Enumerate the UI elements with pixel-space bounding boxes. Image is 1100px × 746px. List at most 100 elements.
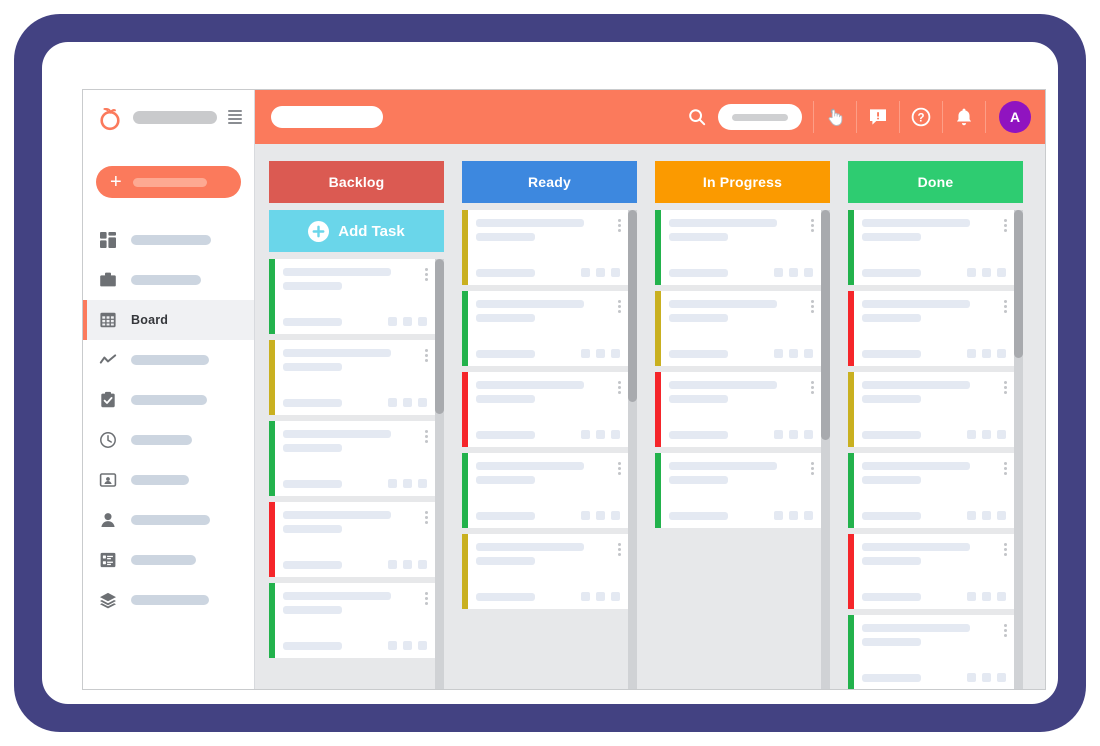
card-title-placeholder [476, 462, 584, 470]
board-column: Done [848, 161, 1023, 689]
card-badge [581, 268, 590, 277]
sidebar-item-layers[interactable] [83, 580, 254, 620]
card-title-placeholder [283, 349, 391, 357]
scrollbar-thumb[interactable] [821, 210, 830, 440]
tablet-bezel: + Board ? A Backlog Add Task Ready In Pr… [42, 42, 1058, 704]
task-card[interactable] [655, 210, 821, 285]
task-card[interactable] [848, 534, 1014, 609]
task-card[interactable] [848, 291, 1014, 366]
card-menu-icon[interactable] [1004, 624, 1007, 637]
card-meta-placeholder [283, 398, 342, 407]
column-scrollbar[interactable] [1014, 210, 1023, 689]
avatar[interactable]: A [999, 101, 1031, 133]
sidebar-item-dashboard[interactable] [83, 220, 254, 260]
card-footer [476, 349, 620, 358]
task-card[interactable] [269, 583, 435, 658]
card-menu-icon[interactable] [618, 381, 621, 394]
card-badge [967, 430, 976, 439]
column-header[interactable]: In Progress [655, 161, 830, 203]
scrollbar-thumb[interactable] [435, 259, 444, 414]
card-menu-icon[interactable] [618, 300, 621, 313]
card-menu-icon[interactable] [425, 592, 428, 605]
column-scrollbar[interactable] [435, 259, 444, 689]
column-scrollbar[interactable] [821, 210, 830, 689]
message-alert-icon[interactable] [868, 107, 888, 127]
card-title-placeholder [862, 219, 970, 227]
task-card[interactable] [269, 340, 435, 415]
task-card[interactable] [269, 502, 435, 577]
card-body [468, 372, 628, 447]
sidebar-item-timetracking[interactable] [83, 420, 254, 460]
task-card[interactable] [848, 453, 1014, 528]
column-header[interactable]: Done [848, 161, 1023, 203]
scrollbar-thumb[interactable] [1014, 210, 1023, 359]
card-badge [596, 430, 605, 439]
task-card[interactable] [848, 615, 1014, 689]
bell-notification-icon[interactable] [954, 107, 974, 127]
task-card[interactable] [462, 291, 628, 366]
sidebar-item-reports[interactable] [83, 540, 254, 580]
card-badge [789, 511, 798, 520]
card-menu-icon[interactable] [811, 462, 814, 475]
card-title-placeholder [862, 300, 970, 308]
card-menu-icon[interactable] [618, 462, 621, 475]
card-menu-icon[interactable] [1004, 381, 1007, 394]
help-question-icon[interactable]: ? [911, 107, 931, 127]
card-meta-placeholder [476, 511, 535, 520]
hand-pointer-icon[interactable] [825, 107, 845, 127]
task-card[interactable] [462, 372, 628, 447]
sidebar-item-analytics[interactable] [83, 340, 254, 380]
card-menu-icon[interactable] [1004, 219, 1007, 232]
sidebar-item-board[interactable]: Board [83, 300, 254, 340]
column-header[interactable]: Backlog [269, 161, 444, 203]
search-icon[interactable] [688, 108, 706, 126]
search-input[interactable] [718, 104, 802, 130]
task-card[interactable] [462, 453, 628, 528]
card-menu-icon[interactable] [618, 543, 621, 556]
scrollbar-thumb[interactable] [628, 210, 637, 402]
card-badge [418, 641, 427, 650]
card-menu-icon[interactable] [811, 219, 814, 232]
column-scrollbar[interactable] [628, 210, 637, 689]
sidebar-item-label [131, 595, 209, 605]
add-task-button[interactable]: Add Task [269, 210, 444, 252]
task-card[interactable] [655, 453, 821, 528]
column-header[interactable]: Ready [462, 161, 637, 203]
card-subtitle-placeholder [283, 606, 342, 614]
task-card[interactable] [269, 259, 435, 334]
card-menu-icon[interactable] [1004, 300, 1007, 313]
card-menu-icon[interactable] [425, 268, 428, 281]
task-card[interactable] [269, 421, 435, 496]
card-body [468, 210, 628, 285]
card-menu-icon[interactable] [811, 381, 814, 394]
new-item-button[interactable]: + [96, 166, 241, 198]
card-menu-icon[interactable] [425, 349, 428, 362]
hamburger-menu-icon[interactable] [228, 110, 242, 124]
task-card[interactable] [848, 372, 1014, 447]
card-menu-icon[interactable] [425, 511, 428, 524]
card-badge [967, 511, 976, 520]
task-card[interactable] [655, 291, 821, 366]
card-title-placeholder [476, 300, 584, 308]
task-card[interactable] [655, 372, 821, 447]
kanban-board: Backlog Add Task Ready In Progress Done [255, 144, 1045, 689]
sidebar-item-contacts[interactable] [83, 460, 254, 500]
card-menu-icon[interactable] [1004, 462, 1007, 475]
card-menu-icon[interactable] [618, 219, 621, 232]
column-scroll-area [269, 259, 444, 689]
card-badge [789, 430, 798, 439]
sidebar-item-people[interactable] [83, 500, 254, 540]
task-card[interactable] [848, 210, 1014, 285]
sidebar-item-projects[interactable] [83, 260, 254, 300]
card-menu-icon[interactable] [1004, 543, 1007, 556]
card-subtitle-placeholder [283, 363, 342, 371]
card-menu-icon[interactable] [425, 430, 428, 443]
card-footer [669, 430, 813, 439]
card-menu-icon[interactable] [811, 300, 814, 313]
card-subtitle-placeholder [669, 233, 728, 241]
card-title-placeholder [669, 462, 777, 470]
card-badge [418, 317, 427, 326]
sidebar-item-tasks[interactable] [83, 380, 254, 420]
task-card[interactable] [462, 210, 628, 285]
task-card[interactable] [462, 534, 628, 609]
